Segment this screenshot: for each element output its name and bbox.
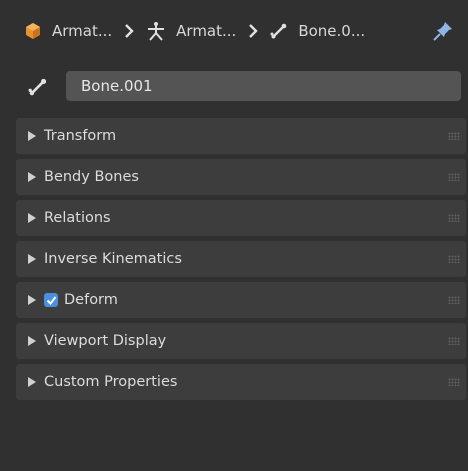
breadcrumb-label: Bone.0... bbox=[298, 22, 366, 40]
expand-triangle-icon bbox=[28, 172, 36, 182]
bone-icon bbox=[270, 22, 288, 40]
drag-handle-icon[interactable] bbox=[448, 296, 460, 304]
panel-transform[interactable]: Transform bbox=[16, 118, 466, 154]
drag-handle-icon[interactable] bbox=[448, 378, 460, 386]
panel-label: Custom Properties bbox=[44, 374, 178, 390]
expand-triangle-icon bbox=[28, 254, 36, 264]
drag-handle-icon[interactable] bbox=[448, 214, 460, 222]
bone-name-row: Bone.001 bbox=[0, 70, 468, 104]
chevron-right-icon bbox=[124, 24, 134, 38]
empty-region bbox=[16, 405, 468, 471]
panel-inverse-kinematics[interactable]: Inverse Kinematics bbox=[16, 241, 466, 277]
pin-icon[interactable] bbox=[432, 20, 454, 46]
panel-list: Transform Bendy Bones Relations Inverse … bbox=[16, 118, 466, 405]
drag-handle-icon[interactable] bbox=[448, 255, 460, 263]
panel-relations[interactable]: Relations bbox=[16, 200, 466, 236]
expand-triangle-icon bbox=[28, 131, 36, 141]
drag-handle-icon[interactable] bbox=[448, 132, 460, 140]
bone-icon bbox=[28, 77, 48, 101]
bone-name-field[interactable]: Bone.001 bbox=[66, 71, 461, 101]
breadcrumb: Armat... Armat... Bone.0... bbox=[0, 0, 468, 62]
breadcrumb-label: Armat... bbox=[52, 22, 113, 40]
panel-custom-properties[interactable]: Custom Properties bbox=[16, 364, 466, 400]
panel-label: Transform bbox=[44, 128, 117, 144]
panel-label: Deform bbox=[64, 292, 118, 308]
bone-properties-editor: Armat... Armat... Bone.0... Bone.001 Tra… bbox=[0, 0, 468, 471]
panel-label: Relations bbox=[44, 210, 111, 226]
panel-bendy-bones[interactable]: Bendy Bones bbox=[16, 159, 466, 195]
armature-object-icon bbox=[24, 22, 42, 40]
armature-data-icon bbox=[146, 21, 166, 41]
expand-triangle-icon bbox=[28, 213, 36, 223]
expand-triangle-icon bbox=[28, 336, 36, 346]
deform-checkbox[interactable] bbox=[44, 293, 58, 307]
drag-handle-icon[interactable] bbox=[448, 173, 460, 181]
panel-label: Inverse Kinematics bbox=[44, 251, 182, 267]
drag-handle-icon[interactable] bbox=[448, 337, 460, 345]
breadcrumb-item-bone[interactable]: Bone.0... bbox=[270, 22, 365, 40]
panel-label: Viewport Display bbox=[44, 333, 167, 349]
breadcrumb-item-armature-data[interactable]: Armat... bbox=[146, 21, 236, 41]
panel-deform[interactable]: Deform bbox=[16, 282, 466, 318]
checkmark-icon bbox=[46, 295, 56, 305]
panel-viewport-display[interactable]: Viewport Display bbox=[16, 323, 466, 359]
chevron-right-icon bbox=[248, 24, 259, 38]
panel-label: Bendy Bones bbox=[44, 169, 139, 185]
expand-triangle-icon bbox=[28, 295, 36, 305]
breadcrumb-label: Armat... bbox=[176, 22, 237, 40]
expand-triangle-icon bbox=[28, 377, 36, 387]
breadcrumb-item-armature-object[interactable]: Armat... bbox=[24, 22, 112, 40]
